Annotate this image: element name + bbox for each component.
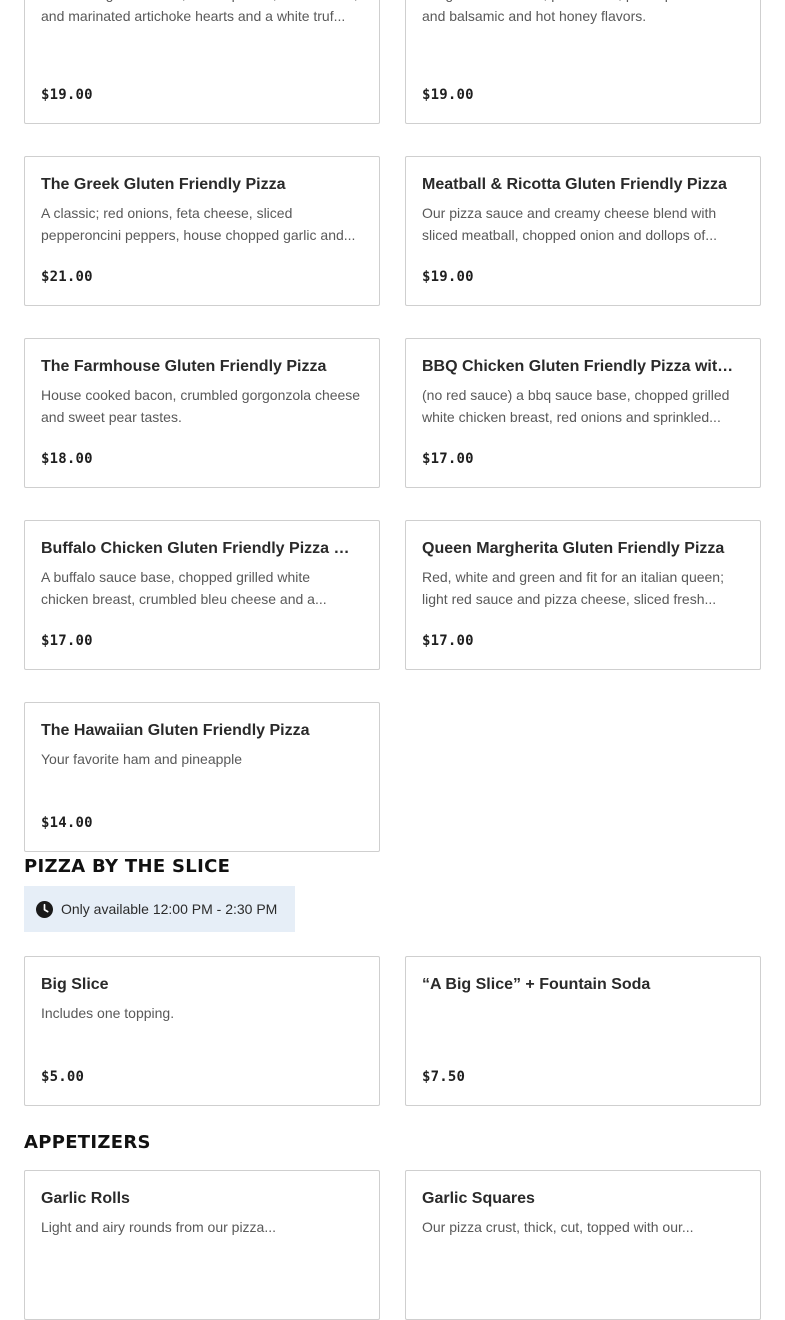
section-heading-pizza-by-the-slice: PIZZA BY THE SLICE: [24, 856, 231, 877]
menu-item-price: $17.00: [422, 451, 474, 467]
menu-item-card[interactable]: The Hawaiian Gluten Friendly Pizza Your …: [24, 702, 380, 852]
menu-item-price: $14.00: [41, 815, 93, 831]
menu-item-description: Your favorite ham and pineapple: [41, 751, 243, 767]
menu-item-description: Light and airy rounds from our pizza...: [41, 1219, 277, 1235]
menu-item-card[interactable]: “A Big Slice” + Fountain Soda $7.50: [405, 956, 761, 1106]
section-heading-appetizers: APPETIZERS: [24, 1132, 151, 1153]
appetizers-grid: Garlic Rolls Light and airy rounds from …: [24, 1170, 761, 1320]
menu-item-card[interactable]: Garlic Rolls Light and airy rounds from …: [24, 1170, 380, 1320]
menu-item-price: $19.00: [41, 87, 93, 103]
menu-item-card[interactable]: Big Slice Includes one topping. $5.00: [24, 956, 380, 1106]
menu-item-name: Big Slice: [41, 976, 109, 993]
menu-item-name: Buffalo Chicken Gluten Friendly Pizza wi…: [41, 540, 361, 557]
menu-item-name: The Farmhouse Gluten Friendly Pizza: [41, 358, 327, 375]
availability-banner: Only available 12:00 PM - 2:30 PM: [24, 886, 295, 932]
menu-item-name: The Greek Gluten Friendly Pizza: [41, 176, 286, 193]
menu-item-description: A buffalo sauce base, chopped grilled wh…: [41, 569, 327, 607]
menu-item-name: Garlic Squares: [422, 1190, 535, 1207]
menu-item-name: Garlic Rolls: [41, 1190, 130, 1207]
menu-item-name: The Hawaiian Gluten Friendly Pizza: [41, 722, 310, 739]
menu-item-name: “A Big Slice” + Fountain Soda: [422, 976, 651, 993]
menu-item-price: $21.00: [41, 269, 93, 285]
menu-item-card[interactable]: Crumbled goat cheese, fresh spinach, mus…: [24, 0, 380, 124]
pizza-grid: Crumbled goat cheese, fresh spinach, mus…: [24, 0, 761, 852]
menu-item-price: $19.00: [422, 87, 474, 103]
menu-item-card[interactable]: BBQ Chicken Gluten Friendly Pizza with N…: [405, 338, 761, 488]
menu-item-description: Crumbled goat cheese, fresh spinach, mus…: [41, 0, 358, 24]
menu-item-description: A classic; red onions, feta cheese, slic…: [41, 205, 356, 243]
menu-item-price: $18.00: [41, 451, 93, 467]
menu-item-description: House cooked bacon, crumbled gorgonzola …: [41, 387, 361, 425]
menu-item-name: BBQ Chicken Gluten Friendly Pizza with N…: [422, 358, 742, 375]
menu-item-card[interactable]: Buffalo Chicken Gluten Friendly Pizza wi…: [24, 520, 380, 670]
menu-item-price: $17.00: [41, 633, 93, 649]
slice-grid: Big Slice Includes one topping. $5.00 “A…: [24, 956, 761, 1106]
menu-item-price: $19.00: [422, 269, 474, 285]
menu-item-card[interactable]: Gorgonzola cheese, pear slices, prime pr…: [405, 0, 761, 124]
menu-item-description: Our pizza sauce and creamy cheese blend …: [422, 205, 717, 243]
menu-item-card[interactable]: Queen Margherita Gluten Friendly Pizza R…: [405, 520, 761, 670]
menu-item-card[interactable]: Garlic Squares Our pizza crust, thick, c…: [405, 1170, 761, 1320]
menu-item-price: $7.50: [422, 1069, 466, 1085]
menu-item-description: Gorgonzola cheese, pear slices, prime pr…: [422, 0, 725, 24]
menu-item-card[interactable]: The Greek Gluten Friendly Pizza A classi…: [24, 156, 380, 306]
menu-item-price: $5.00: [41, 1069, 85, 1085]
availability-text: Only available 12:00 PM - 2:30 PM: [61, 901, 278, 917]
menu-item-price: $17.00: [422, 633, 474, 649]
clock-icon: [36, 900, 53, 918]
menu-item-description: Includes one topping.: [41, 1005, 175, 1021]
menu-item-card[interactable]: The Farmhouse Gluten Friendly Pizza Hous…: [24, 338, 380, 488]
menu-item-name: Queen Margherita Gluten Friendly Pizza: [422, 540, 725, 557]
menu-item-name: Meatball & Ricotta Gluten Friendly Pizza: [422, 176, 727, 193]
menu-item-description: Our pizza crust, thick, cut, topped with…: [422, 1219, 694, 1235]
menu-item-description: (no red sauce) a bbq sauce base, chopped…: [422, 387, 730, 425]
menu-item-description: Red, white and green and fit for an ital…: [422, 569, 724, 607]
menu-item-card[interactable]: Meatball & Ricotta Gluten Friendly Pizza…: [405, 156, 761, 306]
